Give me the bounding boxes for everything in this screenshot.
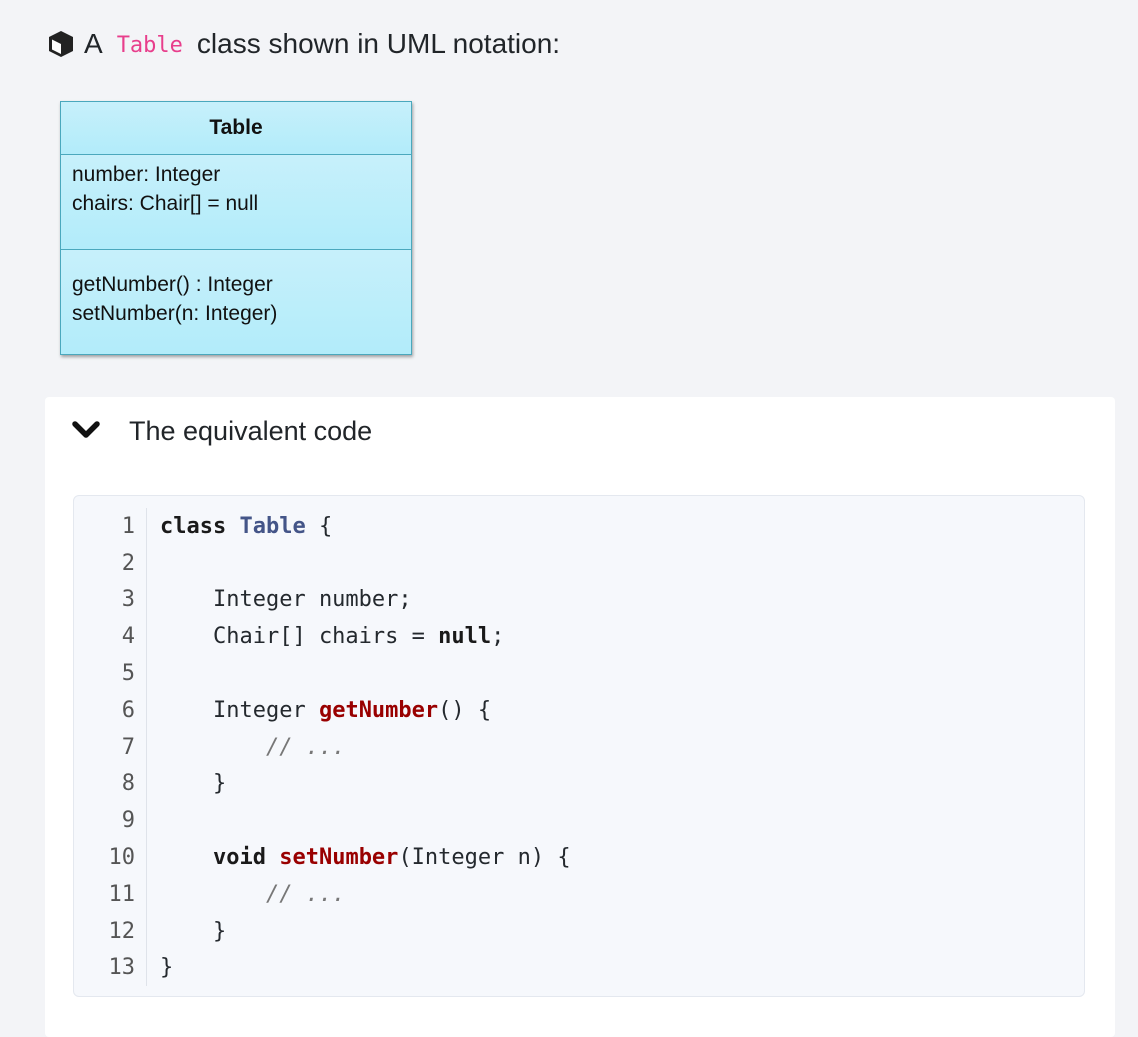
code-line: 1 class Table { [74, 508, 1084, 545]
panel-toggle[interactable]: The equivalent code [45, 397, 1115, 471]
code-lines: 1 class Table {2 3 Integer number; 4 Chair[… [74, 508, 1084, 987]
code-line: 10 void setNumber(Integer n) { [74, 839, 1084, 876]
code-token: void [212, 845, 266, 871]
code-token: { [305, 513, 333, 539]
uml-attribute: number: Integer [72, 163, 221, 186]
code-source: // ... [147, 882, 345, 907]
uml-operation: getNumber() : Integer [72, 273, 273, 296]
collapsible-panel: The equivalent code 1 class Table {2 3 Int… [45, 397, 1115, 1037]
code-token: } [160, 771, 227, 797]
code-line: 9 [74, 802, 1084, 840]
code-token: ; [491, 624, 505, 650]
chevron-down-icon[interactable] [72, 419, 100, 441]
code-line: 5 [74, 655, 1084, 692]
line-number: 1 [74, 508, 147, 545]
uml-class-name: Table [61, 102, 411, 155]
code-token: Table [239, 513, 306, 539]
code-source: } [147, 919, 226, 944]
code-source: Chair[] chairs = null; [147, 624, 504, 649]
uml-attribute: chairs: Chair[] = null [72, 192, 259, 215]
line-number: 9 [74, 802, 147, 840]
code-line: 4 Chair[] chairs = null; [74, 618, 1084, 656]
line-number: 10 [74, 839, 147, 876]
code-line: 2 [74, 544, 1084, 582]
line-number: 2 [74, 544, 147, 582]
code-token: // ... [265, 734, 346, 760]
line-number: 11 [74, 875, 147, 913]
line-number: 5 [74, 655, 147, 692]
heading-prefix: A [84, 28, 103, 59]
code-token: Integer [160, 697, 319, 723]
code-source: Integer number; [147, 587, 412, 612]
code-token: null [438, 624, 492, 650]
uml-class-name-text: Table [209, 116, 263, 139]
page-heading: A Table class shown in UML notation: [46, 24, 560, 64]
code-block: 1 class Table {2 3 Integer number; 4 Chair[… [73, 495, 1085, 997]
line-number: 8 [74, 765, 147, 803]
cube-icon [46, 29, 76, 59]
line-number: 13 [74, 949, 147, 987]
code-token: } [160, 918, 227, 944]
code-token: } [160, 955, 174, 981]
line-number: 12 [74, 912, 147, 950]
code-token: class [160, 513, 227, 539]
code-source: } [147, 771, 226, 796]
code-line: 6 Integer getNumber() { [74, 691, 1084, 729]
uml-operations: getNumber() : Integer setNumber(n: Integ… [61, 250, 411, 354]
line-number: 4 [74, 618, 147, 656]
uml-operation: setNumber(n: Integer) [72, 302, 278, 325]
line-number: 3 [74, 581, 147, 619]
code-token: () { [438, 697, 492, 723]
code-token: getNumber [318, 697, 439, 723]
heading-suffix: class shown in UML notation: [196, 28, 561, 59]
code-token: Integer number; [160, 587, 412, 613]
code-line: 11 // ... [74, 875, 1084, 913]
code-source: void setNumber(Integer n) { [147, 845, 571, 870]
line-number: 6 [74, 691, 147, 729]
code-source: // ... [147, 735, 345, 760]
heading-inline-code: Table [116, 32, 183, 58]
line-number: 7 [74, 728, 147, 766]
code-line: 13} [74, 949, 1084, 987]
uml-class-diagram: Table number: Integer chairs: Chair[] = … [60, 101, 412, 355]
code-source: class Table { [147, 514, 332, 539]
code-source: } [147, 955, 173, 980]
code-token: setNumber [279, 845, 399, 871]
code-token: (Integer n) { [398, 845, 571, 871]
code-line: 12 } [74, 912, 1084, 950]
code-line: 3 Integer number; [74, 581, 1084, 619]
uml-attributes: number: Integer chairs: Chair[] = null [61, 155, 411, 250]
code-token: Chair[] chairs = [160, 624, 439, 650]
panel-title: The equivalent code [129, 416, 373, 446]
code-line: 8 } [74, 765, 1084, 803]
code-line: 7 // ... [74, 728, 1084, 766]
code-source: Integer getNumber() { [147, 698, 491, 723]
code-token: // ... [265, 881, 346, 907]
